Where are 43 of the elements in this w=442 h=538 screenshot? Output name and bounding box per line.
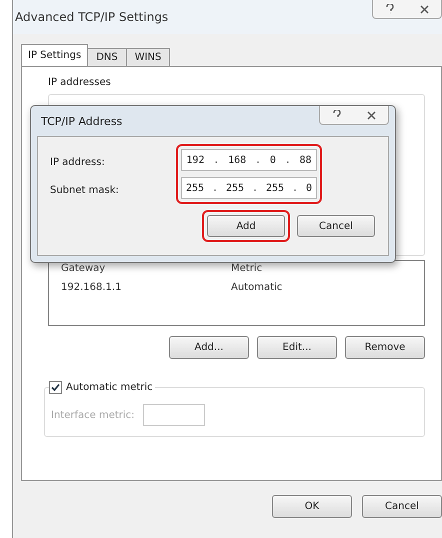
column-header: Metric [231, 263, 264, 274]
dialog-button[interactable]: Add [207, 215, 285, 237]
gateway-button[interactable]: Remove [345, 336, 425, 359]
tab[interactable]: WINS [126, 48, 170, 67]
octet: 255 [226, 182, 244, 194]
field-label: Subnet mask: [50, 184, 120, 196]
field-label: Interface metric: [51, 410, 135, 420]
ip-field[interactable]: 192 . 168 . 0 . 88 [181, 149, 317, 171]
separator-dot: . [212, 182, 218, 194]
dialog-title: TCP/IP Address [40, 114, 122, 128]
column-header: Gateway [61, 263, 106, 274]
octet: 168 [228, 154, 246, 166]
separator-dot: . [252, 182, 258, 194]
tab[interactable]: IP Settings [21, 44, 88, 67]
checkmark-icon [51, 383, 60, 392]
window-title: Advanced TCP/IP Settings [15, 10, 168, 24]
octet: 192 [186, 154, 204, 166]
octet: 255 [266, 182, 284, 194]
field-label: IP address: [50, 157, 106, 168]
gateway-button[interactable]: Add... [169, 336, 249, 359]
table-cell-text: 192.168.1.1 [61, 282, 122, 293]
group-title: IP addresses [48, 77, 112, 88]
tab[interactable]: DNS [87, 48, 127, 67]
separator-dot: . [255, 154, 262, 166]
footer-button[interactable]: OK [272, 495, 352, 518]
separator-dot: . [213, 154, 220, 166]
octet: 88 [300, 154, 312, 166]
octet: 0 [270, 154, 276, 166]
close-icon [366, 110, 376, 120]
separator-dot: . [292, 182, 298, 194]
footer-button[interactable]: Cancel [362, 495, 442, 518]
checkbox-label: Automatic metric [66, 382, 153, 393]
table-cell-text: Automatic [231, 282, 284, 293]
dialog-button[interactable]: Cancel [297, 215, 375, 237]
checkbox[interactable] [49, 381, 62, 394]
close-icon [420, 4, 428, 14]
help-icon [386, 4, 394, 14]
octet: 0 [306, 182, 312, 194]
gateway-button[interactable]: Edit... [257, 336, 337, 359]
octet: 255 [186, 182, 204, 194]
help-icon [333, 110, 341, 120]
ip-field[interactable]: 255 . 255 . 255 . 0 [181, 177, 317, 199]
separator-dot: . [284, 154, 291, 166]
